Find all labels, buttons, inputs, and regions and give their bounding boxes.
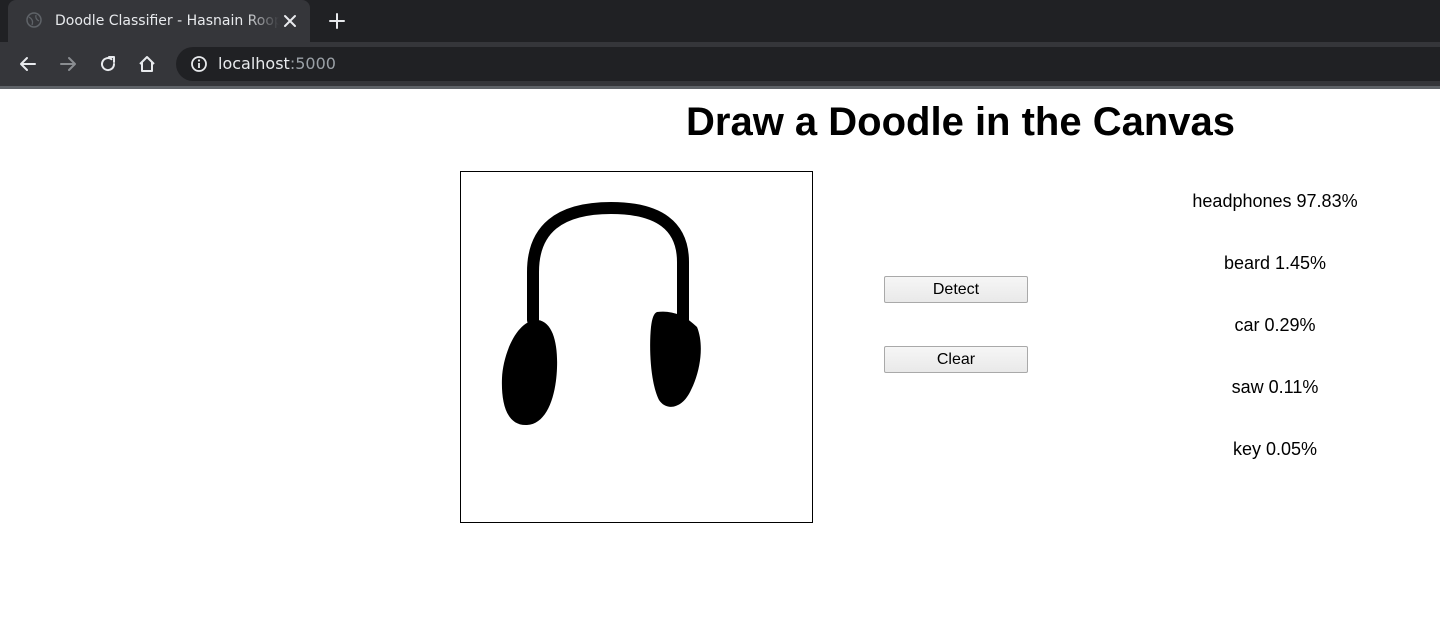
toolbar-divider xyxy=(0,86,1440,89)
detect-button[interactable]: Detect xyxy=(884,276,1028,303)
prediction-percent: 1.45% xyxy=(1275,253,1327,273)
close-icon[interactable] xyxy=(280,11,300,31)
prediction-percent: 0.29% xyxy=(1264,315,1316,335)
address-bar[interactable]: localhost:5000 xyxy=(176,47,1440,81)
prediction-item: headphones 97.83% xyxy=(1180,190,1370,212)
prediction-label: saw xyxy=(1231,377,1264,397)
prediction-percent: 97.83% xyxy=(1296,191,1358,211)
arrow-right-icon[interactable] xyxy=(58,54,78,74)
url-host: localhost xyxy=(218,54,290,73)
url-text: localhost:5000 xyxy=(218,54,336,74)
prediction-label: car xyxy=(1234,315,1260,335)
info-icon[interactable] xyxy=(190,55,208,73)
page-title: Draw a Doodle in the Canvas xyxy=(686,100,1236,144)
home-icon[interactable] xyxy=(137,54,157,74)
prediction-item: key 0.05% xyxy=(1180,438,1370,460)
prediction-percent: 0.05% xyxy=(1265,439,1318,459)
globe-icon xyxy=(26,12,42,28)
browser-toolbar: localhost:5000 xyxy=(0,42,1440,86)
plus-icon[interactable] xyxy=(327,11,347,31)
reload-icon[interactable] xyxy=(98,54,118,74)
prediction-label: beard xyxy=(1223,253,1270,273)
prediction-label: headphones xyxy=(1192,191,1292,211)
prediction-percent: 0.11% xyxy=(1268,377,1319,397)
browser-tab[interactable]: Doodle Classifier - Hasnain Roopawalla xyxy=(8,0,310,42)
prediction-item: saw 0.11% xyxy=(1180,376,1370,398)
clear-button[interactable]: Clear xyxy=(884,346,1028,373)
drawing-canvas[interactable] xyxy=(460,171,813,523)
prediction-item: beard 1.45% xyxy=(1180,252,1370,274)
arrow-left-icon[interactable] xyxy=(18,54,38,74)
prediction-item: car 0.29% xyxy=(1180,314,1370,336)
tab-title: Doodle Classifier - Hasnain Roopawalla xyxy=(55,13,279,29)
url-port: :5000 xyxy=(289,54,336,73)
browser-tabstrip: Doodle Classifier - Hasnain Roopawalla xyxy=(0,0,1440,42)
prediction-label: key xyxy=(1232,439,1261,459)
headphones-doodle xyxy=(501,202,701,426)
